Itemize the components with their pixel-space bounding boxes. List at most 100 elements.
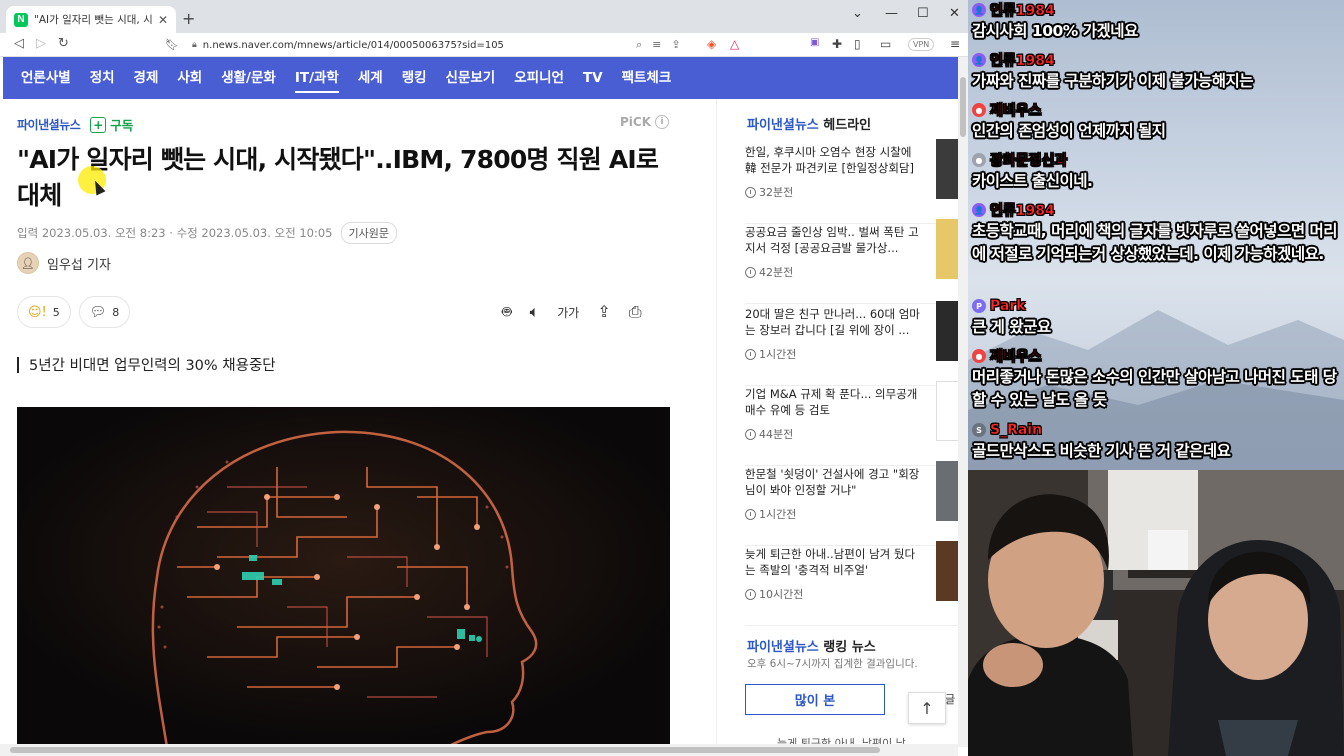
nav-item-4[interactable]: 생활/문화 xyxy=(221,57,276,99)
address-bar[interactable]: 🔒︎ n.news.naver.com/mnews/article/014/00… xyxy=(188,36,704,54)
reporter-info[interactable]: 👤︎ 임우섭 기자 xyxy=(17,252,111,274)
headline-news-item[interactable]: 기업 M&A 규제 확 푼다... 의무공개매수 유예 등 검토 44분전 xyxy=(745,381,962,466)
news-title[interactable]: 20대 딸은 친구 만나러... 60대 엄마는 장보러 갑니다 [길 위에 장… xyxy=(745,306,925,338)
speaker-icon[interactable]: 🔈︎ xyxy=(530,302,540,324)
new-tab-icon[interactable]: + xyxy=(182,9,195,28)
nav-item-11[interactable]: 팩트체크 xyxy=(622,57,672,99)
scroll-to-top-button[interactable]: ↑ xyxy=(908,692,946,724)
chat-message-header: ● 광화문정신과 xyxy=(972,150,1340,170)
chat-username: S_Rain xyxy=(990,422,1043,438)
nav-item-3[interactable]: 사회 xyxy=(177,57,202,99)
summary-bot-icon[interactable]: 🤖︎ xyxy=(502,302,512,324)
ranking-subtitle: 오후 6시~7시까지 집계한 결과입니다. xyxy=(747,658,918,670)
news-title[interactable]: 공공요금 줄인상 임박.. 벌써 폭탄 고지서 걱정 [공공요금발 물가상... xyxy=(745,224,925,256)
news-title[interactable]: 한일, 후쿠시마 오염수 현장 시찰에 韓 전문가 파견키로 [한일정상회담] xyxy=(745,144,925,176)
bookmark-icon[interactable]: 🔖︎ xyxy=(165,38,179,51)
ranking-press[interactable]: 파이낸셜뉴스 xyxy=(747,640,819,655)
clock-icon xyxy=(745,588,756,600)
nav-item-9[interactable]: 오피니언 xyxy=(514,57,564,99)
nav-item-5[interactable]: IT/과학 xyxy=(294,57,339,99)
wallet-icon[interactable]: ▭ xyxy=(880,37,891,51)
info-icon[interactable]: i xyxy=(655,115,670,129)
font-size-icon[interactable]: 가가 xyxy=(557,302,579,324)
vertical-scroll-thumb[interactable] xyxy=(960,77,966,137)
ranking-suffix: 랭킹 뉴스 xyxy=(823,640,876,655)
horizontal-scrollbar[interactable] xyxy=(0,744,958,756)
tab-active[interactable]: N "AI가 일자리 뺏는 시대, 시작됐다"..IBM, 7800명 ✕ xyxy=(6,6,176,33)
news-time: 42분전 xyxy=(745,264,793,280)
chat-username: 제비우스 xyxy=(990,349,1042,365)
nav-item-7[interactable]: 랭킹 xyxy=(402,57,427,99)
tab-search-icon[interactable]: ⌄ xyxy=(852,6,863,21)
url-text: n.news.naver.com/mnews/article/014/00050… xyxy=(202,39,504,51)
article-headline: "AI가 일자리 뺏는 시대, 시작됐다"..IBM, 7800명 직원 AI로… xyxy=(17,145,659,210)
nav-item-1[interactable]: 정치 xyxy=(90,57,115,99)
share-icon[interactable]: ⇪ xyxy=(597,302,610,324)
headline-news-item[interactable]: 20대 딸은 친구 만나러... 60대 엄마는 장보러 갑니다 [길 위에 장… xyxy=(745,301,962,386)
sidebar-icon[interactable]: ▯ xyxy=(854,37,861,51)
news-title[interactable]: 한문철 '쇳덩이' 건설사에 경고 "회장님이 봐야 인정할 거냐" xyxy=(745,466,925,498)
clock-icon xyxy=(745,348,756,360)
chat-message: ● 광화문정신과카이스트 출신이네. xyxy=(972,150,1340,193)
nav-item-0[interactable]: 언론사별 xyxy=(21,57,71,99)
close-window-icon[interactable]: ✕ xyxy=(949,6,960,21)
horizontal-scroll-thumb[interactable] xyxy=(10,747,880,753)
user-badge-icon: ● xyxy=(972,153,986,167)
nav-item-6[interactable]: 세계 xyxy=(358,57,383,99)
reaction-button[interactable]: ☺︎! 5 xyxy=(17,296,71,328)
most-viewed-tab[interactable]: 많이 본 xyxy=(745,684,885,715)
news-title[interactable]: 늦게 퇴근한 아내..남편이 남겨 뒀다는 족발의 '충격적 비주얼' xyxy=(745,546,925,578)
print-icon[interactable]: ⎙ xyxy=(629,302,642,324)
headline-news-item[interactable]: 한문철 '쇳덩이' 건설사에 경고 "회장님이 봐야 인정할 거냐" 1시간전 xyxy=(745,461,962,546)
extension-icon[interactable]: ▣ xyxy=(810,37,819,48)
vpn-badge[interactable]: VPN xyxy=(908,38,935,51)
nav-item-10[interactable]: TV xyxy=(583,57,603,99)
subheading-text: 5년간 비대면 업무인력의 30% 채용중단 xyxy=(29,358,276,374)
vertical-scrollbar[interactable] xyxy=(958,57,968,747)
comment-button[interactable]: 💬︎ 8 xyxy=(78,296,131,328)
back-icon[interactable]: ◁ xyxy=(14,36,24,51)
minimize-icon[interactable]: — xyxy=(885,6,898,21)
news-title[interactable]: 기업 M&A 규제 확 푼다... 의무공개매수 유예 등 검토 xyxy=(745,386,925,418)
headline-section-title: 파이낸셜뉴스 헤드라인 xyxy=(747,114,871,133)
headline-news-item[interactable]: 늦게 퇴근한 아내..남편이 남겨 뒀다는 족발의 '충격적 비주얼' 10시간전 xyxy=(745,541,962,626)
headline-news-item[interactable]: 한일, 후쿠시마 오염수 현장 시찰에 韓 전문가 파견키로 [한일정상회담] 3… xyxy=(745,139,962,224)
forward-icon[interactable]: ▷ xyxy=(36,36,46,51)
zoom-icon[interactable]: ⌕ xyxy=(636,38,642,52)
naver-favicon-icon: N xyxy=(14,12,28,27)
subscribe-button[interactable]: + 구독 xyxy=(90,115,133,134)
chat-message: 👤 인류1984 초등학교때, 머리에 책의 글자를 빗자루로 쓸어넣으면 머리에 … xyxy=(972,200,1340,266)
puzzle-icon[interactable]: ✚ xyxy=(832,37,842,51)
news-time-text: 32분전 xyxy=(759,186,794,199)
nav-item-2[interactable]: 경제 xyxy=(134,57,159,99)
nav-item-8[interactable]: 신문보기 xyxy=(446,57,496,99)
original-article-button[interactable]: 기사원문 xyxy=(340,222,397,244)
subscribe-label: 구독 xyxy=(110,118,134,133)
article-dateline: 입력 2023.05.03. 오전 8:23 · 수정 2023.05.03. … xyxy=(17,222,397,244)
chat-message-header: P Park xyxy=(972,296,1340,316)
screen: N "AI가 일자리 뺏는 시대, 시작됐다"..IBM, 7800명 ✕ + … xyxy=(0,0,1344,756)
plus-icon: + xyxy=(90,116,107,133)
chat-text: 인간의 존엄성이 언제까지 될지 xyxy=(972,122,1166,140)
share-icon[interactable]: ⇪ xyxy=(671,38,680,52)
headline-news-item[interactable]: 공공요금 줄인상 임박.. 벌써 폭탄 고지서 걱정 [공공요금발 물가상...… xyxy=(745,219,962,304)
press-header: 파이낸셜뉴스 + 구독 xyxy=(17,115,133,134)
reload-icon[interactable]: ↻ xyxy=(58,36,69,51)
chat-text: 초등학교때, 머리에 책의 글자를 빗자루로 쓸어넣으면 머리에 저절로 기억되… xyxy=(972,222,1338,263)
brave-rewards-icon[interactable]: △ xyxy=(730,37,739,51)
reader-mode-icon[interactable]: ≡ xyxy=(652,38,661,52)
comment-tab-peek[interactable]: 글 xyxy=(945,691,955,707)
headline-press[interactable]: 파이낸셜뉴스 xyxy=(747,118,819,133)
menu-icon[interactable]: ≡ xyxy=(950,37,960,51)
brave-shield-icon[interactable]: ◈ xyxy=(707,37,716,51)
chat-message: 👤 인류1984 가짜와 진짜를 구분하기가 이제 불가능해지는 xyxy=(972,50,1340,93)
chat-message-header: ● 제비우스 xyxy=(972,346,1340,366)
chat-text: 카이스트 출신이네. xyxy=(972,172,1093,190)
user-badge-icon: P xyxy=(972,299,986,313)
maximize-icon[interactable]: ☐ xyxy=(917,6,929,21)
press-logo[interactable]: 파이낸셜뉴스 xyxy=(17,116,81,133)
close-tab-icon[interactable]: ✕ xyxy=(158,13,168,27)
ai-circuit-head-image xyxy=(17,407,670,747)
user-badge-icon: 👤 xyxy=(972,3,986,17)
chat-username: 광화문정신과 xyxy=(990,153,1068,169)
